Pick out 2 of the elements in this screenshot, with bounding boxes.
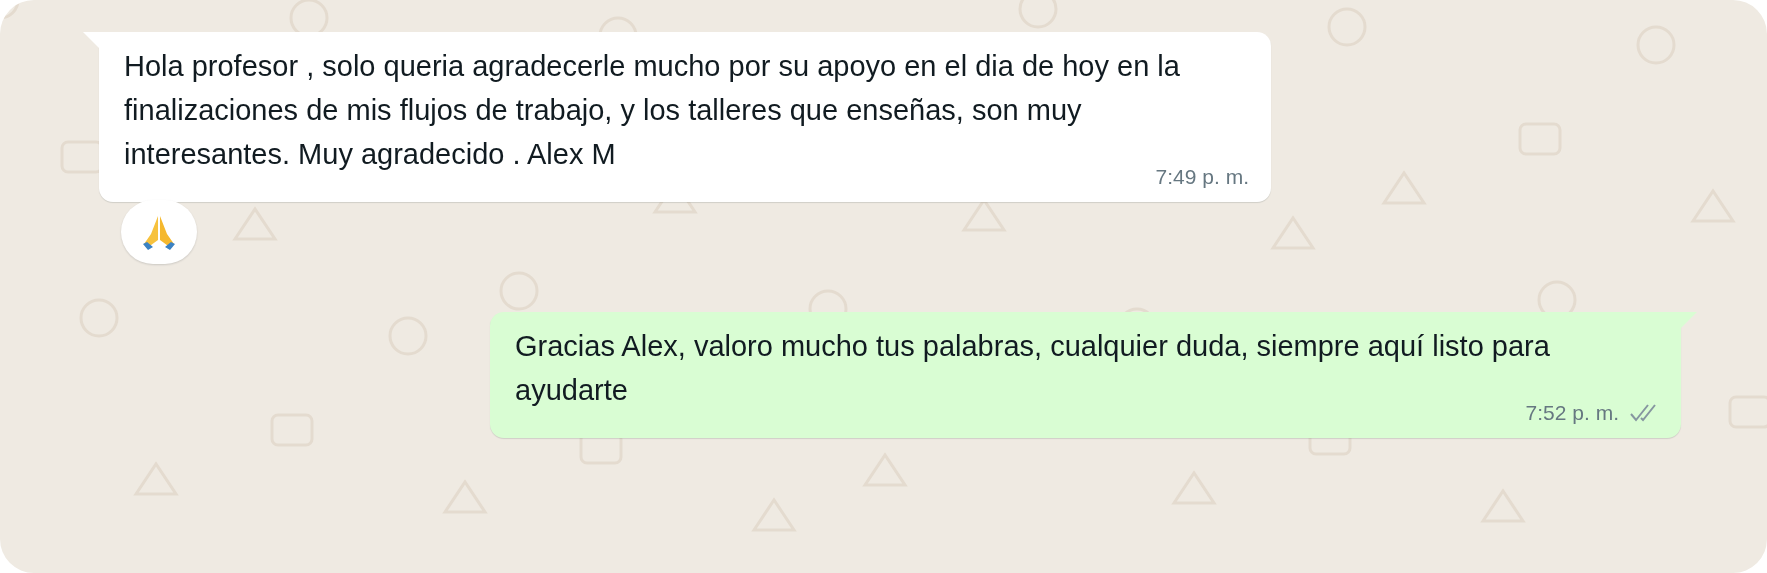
reaction-badge[interactable] (121, 200, 197, 264)
praying-hands-icon (143, 216, 175, 250)
